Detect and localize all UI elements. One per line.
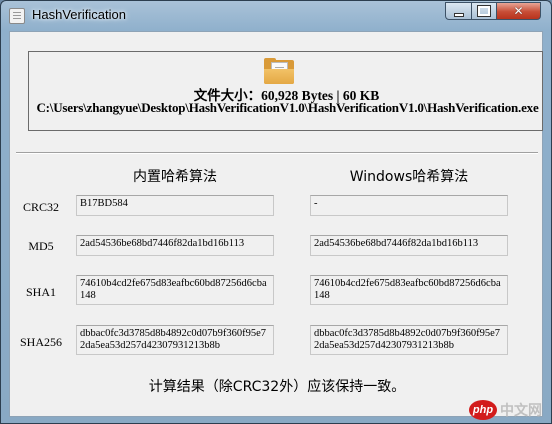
client-area: 文件大小：60,928 Bytes | 60 KB C:\Users\zhang… [9,31,543,417]
crc32-windows-field[interactable]: - [310,195,508,216]
app-window: HashVerification ✕ 文件大小：60,928 Bytes | 6… [0,0,552,424]
title-bar[interactable]: HashVerification ✕ [1,1,551,31]
file-drop-panel[interactable]: 文件大小：60,928 Bytes | 60 KB C:\Users\zhang… [28,51,543,131]
sha256-builtin-field[interactable]: dbbac0fc3d3785d8b4892c0d07b9f360f95e72da… [76,325,274,355]
separator-line [16,152,538,154]
crc32-label: CRC32 [22,200,59,214]
md5-label: MD5 [28,239,54,253]
app-icon [9,8,25,24]
sha1-builtin-field[interactable]: 74610b4cd2fe675d83eafbc60bd87256d6cba148 [76,275,274,305]
window-title: HashVerification [32,7,126,22]
close-button[interactable]: ✕ [496,2,541,20]
footer-note: 计算结果（除CRC32外）应该保持一致。 [148,379,406,395]
folder-icon [264,58,294,84]
minimize-button[interactable] [445,2,472,20]
md5-builtin-field[interactable]: 2ad54536be68bd7446f82da1bd16b113 [76,235,274,256]
sha256-label: SHA256 [19,335,62,349]
php-logo-icon: php [469,400,497,420]
watermark: php 中文网 [469,397,542,423]
maximize-icon [477,5,491,17]
sha1-label: SHA1 [25,285,56,299]
watermark-text: 中文网 [500,403,542,419]
windows-hash-header: Windows哈希算法 [349,169,469,185]
crc32-builtin-field[interactable]: B17BD584 [76,195,274,216]
sha256-windows-field[interactable]: dbbac0fc3d3785d8b4892c0d07b9f360f95e72da… [310,325,508,355]
builtin-hash-header: 内置哈希算法 [133,169,217,185]
file-path-label: C:\Users\zhangyue\Desktop\HashVerificati… [36,100,539,115]
sha1-windows-field[interactable]: 74610b4cd2fe675d83eafbc60bd87256d6cba148 [310,275,508,305]
close-icon: ✕ [513,4,524,18]
maximize-button[interactable] [471,2,497,20]
md5-windows-field[interactable]: 2ad54536be68bd7446f82da1bd16b113 [310,235,508,256]
minimize-icon [453,13,464,17]
